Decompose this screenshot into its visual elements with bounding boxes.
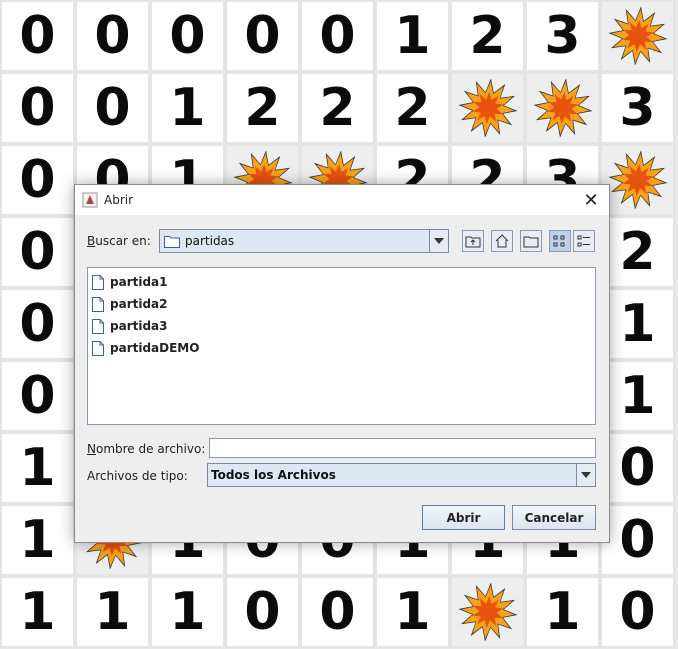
home-button[interactable] (491, 230, 513, 252)
filename-label: Nombre de archivo: (87, 442, 206, 456)
file-icon (92, 296, 104, 312)
explosion-icon (457, 582, 518, 642)
dialog-title: Abrir (104, 193, 134, 207)
board-cell[interactable]: 3 (525, 0, 600, 72)
board-cell[interactable]: 0 (0, 288, 75, 360)
board-cell[interactable]: 2 (300, 72, 375, 144)
board-cell[interactable]: 0 (600, 432, 675, 504)
board-cell[interactable]: 0 (150, 0, 225, 72)
board-cell-mine[interactable] (450, 576, 525, 648)
board-cell-mine[interactable] (525, 72, 600, 144)
board-cell[interactable]: 0 (0, 360, 75, 432)
board-cell[interactable]: 0 (225, 576, 300, 648)
board-cell-mine[interactable] (600, 144, 675, 216)
board-cell[interactable]: 2 (450, 0, 525, 72)
file-icon (92, 340, 104, 356)
board-cell[interactable]: 1 (0, 504, 75, 576)
file-icon (92, 274, 104, 290)
board-cell[interactable]: 1 (525, 576, 600, 648)
explosion-icon (532, 78, 593, 138)
board-cell[interactable]: 0 (225, 0, 300, 72)
dialog-titlebar: Abrir ✕ (75, 185, 609, 215)
board-cell[interactable]: 1 (75, 576, 150, 648)
board-cell[interactable]: 3 (600, 72, 675, 144)
open-button[interactable]: Abrir (422, 505, 505, 530)
explosion-icon (607, 150, 668, 210)
up-one-level-icon (465, 236, 481, 248)
board-cell[interactable]: 1 (375, 0, 450, 72)
board-cell[interactable]: 0 (600, 504, 675, 576)
close-button[interactable]: ✕ (581, 189, 601, 211)
look-in-combo[interactable]: partidas (159, 229, 449, 253)
file-list[interactable]: partida1 partida2 partida3 partidaDEMO (87, 267, 596, 425)
board-cell[interactable]: 0 (75, 0, 150, 72)
board-cell[interactable]: 1 (375, 576, 450, 648)
new-folder-icon (523, 236, 539, 248)
java-app-icon (82, 192, 98, 208)
file-list-item[interactable]: partida2 (88, 293, 595, 315)
file-name: partidaDEMO (110, 341, 200, 355)
board-cell[interactable]: 1 (0, 576, 75, 648)
board-cell[interactable]: 0 (0, 216, 75, 288)
file-list-item[interactable]: partida3 (88, 315, 595, 337)
board-cell[interactable]: 1 (150, 72, 225, 144)
board-cell[interactable]: 1 (150, 576, 225, 648)
board-cell[interactable]: 0 (0, 0, 75, 72)
up-one-level-button[interactable] (462, 230, 484, 252)
board-cell-mine[interactable] (450, 72, 525, 144)
cancel-button-label: Cancelar (524, 510, 584, 525)
chevron-down-icon[interactable] (429, 230, 448, 252)
filetype-label: Archivos de tipo: (87, 469, 188, 483)
file-name: partida3 (110, 319, 168, 333)
board-cell[interactable]: 2 (375, 72, 450, 144)
look-in-value: partidas (185, 234, 235, 248)
board-cell[interactable]: 0 (600, 576, 675, 648)
board-cell[interactable]: 0 (0, 144, 75, 216)
board-cell[interactable]: 0 (0, 72, 75, 144)
board-cell[interactable]: 1 (0, 432, 75, 504)
filetype-combo[interactable]: Todos los Archivos (207, 463, 596, 487)
folder-icon (164, 235, 180, 248)
filetype-value: Todos los Archivos (211, 468, 336, 482)
file-name: partida1 (110, 275, 168, 289)
list-view-button[interactable] (549, 230, 571, 252)
list-view-icon (553, 235, 565, 247)
explosion-icon (607, 6, 668, 66)
open-file-dialog: Abrir ✕ Buscar en: partidas partida1 par… (74, 184, 610, 543)
look-in-label: Buscar en: (87, 234, 151, 248)
board-cell[interactable]: 2 (600, 216, 675, 288)
board-cell[interactable]: 0 (300, 576, 375, 648)
new-folder-button[interactable] (520, 230, 542, 252)
board-cell[interactable]: 0 (75, 72, 150, 144)
board-cell[interactable]: 0 (300, 0, 375, 72)
details-view-button[interactable] (573, 230, 595, 252)
explosion-icon (457, 78, 518, 138)
home-icon (495, 234, 509, 248)
file-list-item[interactable]: partidaDEMO (88, 337, 595, 359)
details-view-icon (577, 235, 590, 247)
board-cell[interactable]: 1 (600, 360, 675, 432)
open-button-label: Abrir (446, 510, 481, 525)
cancel-button[interactable]: Cancelar (512, 505, 596, 530)
filename-input[interactable] (209, 438, 596, 458)
board-cell[interactable]: 2 (225, 72, 300, 144)
chevron-down-icon[interactable] (576, 464, 595, 486)
board-cell[interactable]: 1 (600, 288, 675, 360)
file-icon (92, 318, 104, 334)
file-name: partida2 (110, 297, 168, 311)
close-icon: ✕ (583, 189, 599, 211)
board-cell-mine[interactable] (600, 0, 675, 72)
file-list-item[interactable]: partida1 (88, 271, 595, 293)
